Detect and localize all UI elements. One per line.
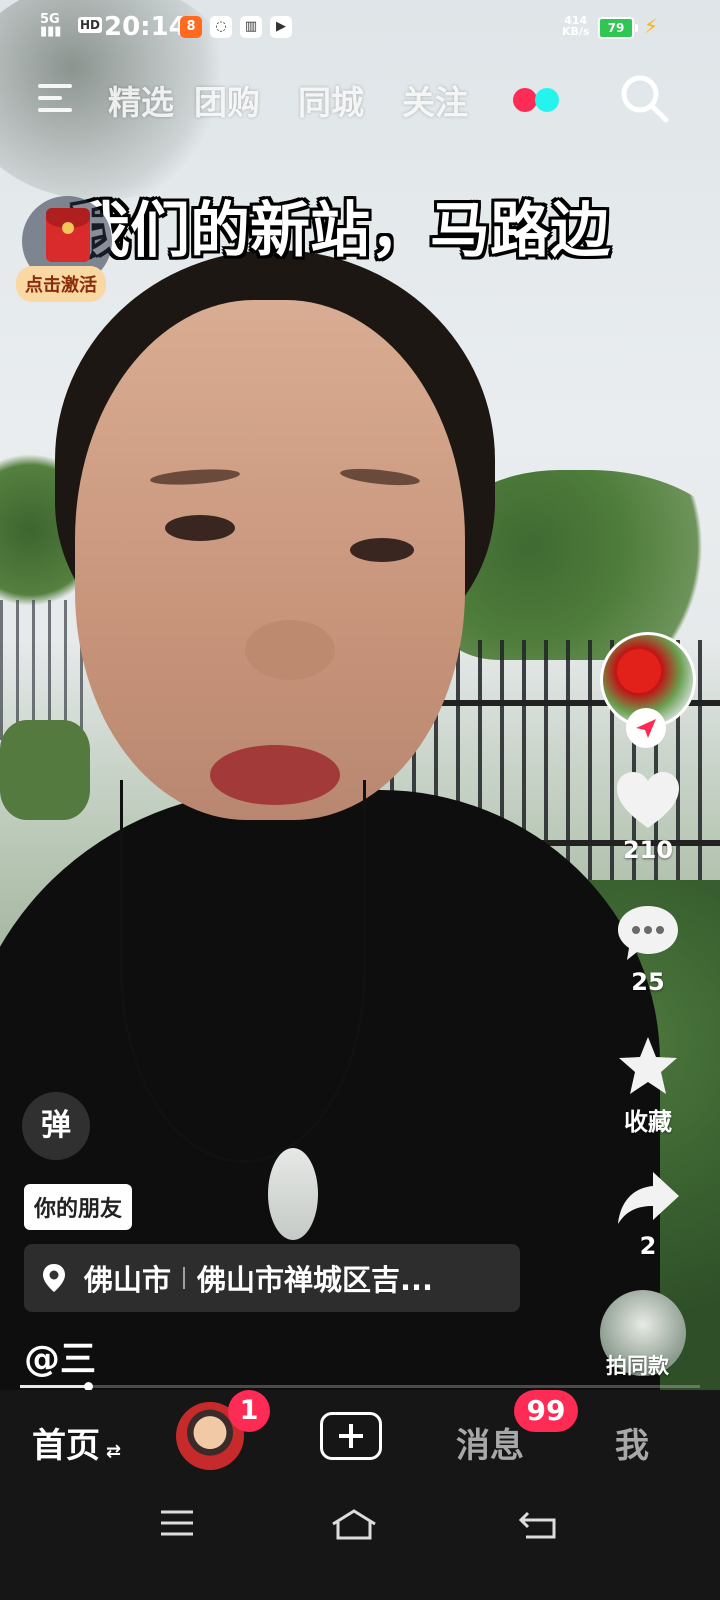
leaf-app-icon: ◌ [210, 16, 232, 38]
like-button[interactable]: 210 [598, 770, 698, 864]
cyan-dot [535, 88, 559, 112]
battery-icon: 79 [598, 17, 638, 39]
like-count: 210 [622, 836, 674, 864]
comment-count: 25 [631, 968, 665, 996]
friend-tag: 你的朋友 [24, 1184, 133, 1230]
nav-home[interactable]: 首页 ⇄ [32, 1418, 121, 1467]
send-icon [636, 719, 656, 738]
tab-nearby[interactable]: 同城 [298, 76, 364, 124]
comment-icon [618, 906, 678, 960]
bottom-navigation: 首页 ⇄ 1 消息 99 我 [0, 1390, 720, 1490]
back-icon[interactable] [518, 1508, 558, 1540]
red-packet-label: 点击激活 [16, 266, 106, 302]
hd-voice-icon: HD [78, 17, 103, 33]
live-dots-icon[interactable] [513, 88, 561, 112]
video-progress-fill [20, 1385, 88, 1388]
video-app-icon: ▶ [270, 16, 292, 38]
favorite-button[interactable]: 收藏 [598, 1034, 698, 1137]
star-icon [619, 1037, 677, 1094]
follow-button[interactable] [626, 708, 666, 748]
tab-following[interactable]: 关注 [402, 76, 468, 124]
status-bar: 5G ▮▮▮ HD 20:14 8 ◌ ▥ ▶ 414 KB/s 79 ⚡ [0, 0, 720, 56]
video-person-eye [350, 538, 414, 562]
red-packet-widget[interactable]: 点击激活 [16, 196, 116, 306]
messages-badge: 99 [514, 1390, 578, 1432]
clock: 20:14 [104, 12, 187, 42]
red-dot [513, 88, 537, 112]
recent-apps-icon[interactable] [158, 1508, 196, 1538]
location-city: 佛山市 [84, 1263, 172, 1297]
top-navigation: 精选 团购 同城 关注 [0, 70, 720, 130]
location-bar[interactable]: 佛山市 佛山市禅城区吉... [24, 1244, 520, 1312]
share-button[interactable]: 2 [598, 1166, 698, 1260]
nav-home-label: 首页 [32, 1426, 100, 1466]
menu-icon-line [38, 84, 72, 88]
author-handle[interactable]: @三 [24, 1330, 96, 1382]
swap-icon: ⇄ [106, 1441, 122, 1462]
tab-featured[interactable]: 精选 [108, 76, 174, 124]
menu-icon-line [38, 108, 72, 112]
video-bush-left [0, 720, 90, 820]
same-style-label: 拍同款 [606, 1354, 669, 1378]
video-progress-bar[interactable] [20, 1382, 700, 1391]
nav-messages[interactable]: 消息 [456, 1418, 524, 1467]
nav-me[interactable]: 我 [615, 1418, 649, 1467]
system-navigation-bar [0, 1490, 720, 1600]
create-post-button[interactable] [320, 1412, 382, 1460]
video-necklace-cord [120, 780, 366, 1163]
favorite-label: 收藏 [624, 1108, 672, 1136]
book-app-icon: ▥ [240, 16, 262, 38]
video-person-face [75, 300, 465, 820]
red-envelope-icon [46, 208, 90, 262]
video-jade-pendant [268, 1148, 318, 1240]
network-speed-unit: KB/s [562, 25, 590, 38]
signal-bars-icon: ▮▮▮ [40, 24, 62, 39]
home-icon[interactable] [330, 1508, 378, 1542]
charging-icon: ⚡ [644, 14, 659, 38]
notification-icons: 8 ◌ ▥ ▶ [180, 16, 292, 38]
network-indicator: 5G ▮▮▮ [40, 13, 62, 39]
feed-tabs: 精选 团购 同城 关注 [108, 76, 506, 124]
tab-group-buy[interactable]: 团购 [194, 76, 260, 124]
network-speed: 414 KB/s [562, 15, 589, 37]
video-caption: 我们的新站，马路边 [70, 196, 610, 266]
menu-icon[interactable] [38, 84, 74, 114]
video-screen[interactable]: 5G ▮▮▮ HD 20:14 8 ◌ ▥ ▶ 414 KB/s 79 ⚡ 精选… [0, 0, 720, 1600]
heart-icon [617, 772, 679, 828]
friend-notification-badge: 1 [228, 1390, 270, 1432]
location-divider [183, 1267, 186, 1289]
menu-icon-line [38, 96, 62, 100]
share-arrow-icon [618, 1172, 679, 1224]
same-style-button[interactable]: 拍同款 [598, 1290, 692, 1384]
search-icon[interactable] [618, 72, 670, 124]
author-avatar-wrap [598, 630, 696, 750]
location-pin-icon [43, 1264, 65, 1292]
app-notification-icon: 8 [180, 16, 202, 38]
location-address: 佛山市禅城区吉... [197, 1263, 434, 1297]
share-count: 2 [639, 1232, 657, 1260]
danmu-toggle-button[interactable]: 弹 [22, 1092, 90, 1160]
video-person-nose [245, 620, 335, 680]
video-person-eye [165, 515, 235, 541]
comment-button[interactable]: 25 [598, 902, 698, 996]
